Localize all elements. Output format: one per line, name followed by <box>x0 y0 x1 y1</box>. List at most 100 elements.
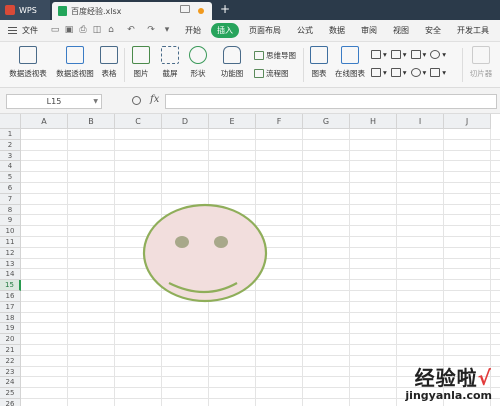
chart-type-group-2[interactable]: ▾ ▾ ▾ ▾ <box>371 68 446 77</box>
column-header-d[interactable]: D <box>162 114 209 129</box>
unsaved-dot-icon <box>198 8 204 14</box>
column-header-a[interactable]: A <box>21 114 68 129</box>
wps-logo-icon <box>5 5 15 15</box>
select-all-corner[interactable] <box>0 114 21 129</box>
online-chart-button[interactable]: 在线图表 <box>333 46 367 79</box>
grid-line <box>21 344 500 345</box>
column-header-g[interactable]: G <box>303 114 350 129</box>
slicer-button[interactable]: 切片器 <box>466 46 496 79</box>
column-header-e[interactable]: E <box>209 114 256 129</box>
dropdown-icon[interactable]: ▾ <box>162 25 172 35</box>
bar-chart-icon <box>310 46 328 64</box>
chevron-down-icon[interactable]: ▼ <box>93 95 98 108</box>
fx-icon[interactable]: fx <box>150 94 159 105</box>
menu-page-layout[interactable]: 页面布局 <box>249 25 281 36</box>
picture-button[interactable]: 图片 <box>129 46 153 79</box>
row-header-26[interactable]: 26 <box>0 399 21 406</box>
chart-button[interactable]: 图表 <box>308 46 330 79</box>
row-header-17[interactable]: 17 <box>0 301 21 313</box>
menu-file[interactable]: 文件 <box>22 25 38 36</box>
wps-tab-label: WPS <box>19 5 37 15</box>
row-header-22[interactable]: 22 <box>0 355 21 367</box>
row-header-21[interactable]: 21 <box>0 345 21 356</box>
column-header-f[interactable]: F <box>256 114 303 129</box>
row-header-13[interactable]: 13 <box>0 258 21 270</box>
smiley-face-circle <box>142 203 268 303</box>
row-header-14[interactable]: 14 <box>0 269 21 281</box>
grid-line <box>21 333 500 335</box>
row-header-10[interactable]: 10 <box>0 226 21 237</box>
menu-review[interactable]: 审阅 <box>361 25 377 36</box>
slicer-icon <box>472 46 490 64</box>
pivot-chart-button[interactable]: 数据透视图 <box>53 46 97 79</box>
row-header-25[interactable]: 25 <box>0 388 21 399</box>
screen-icon[interactable] <box>180 5 190 13</box>
redo-icon[interactable]: ↷ <box>146 25 156 35</box>
menu-data[interactable]: 数据 <box>329 25 345 36</box>
formula-input[interactable] <box>165 94 497 109</box>
menu-view[interactable]: 视图 <box>393 25 409 36</box>
spreadsheet-grid[interactable]: A B C D E F G H I J 1 2 3 4 5 6 7 8 9 10 11 12 13 14 15 16 17 18 19 2… <box>0 114 500 406</box>
menu-formula[interactable]: 公式 <box>297 25 313 36</box>
format-painter-icon[interactable]: ⌂ <box>106 25 116 35</box>
row-header-9[interactable]: 9 <box>0 215 21 227</box>
table-button[interactable]: 表格 <box>98 46 120 79</box>
grid-line <box>21 149 500 151</box>
column-header-i[interactable]: I <box>397 114 444 129</box>
shapes-button[interactable]: 形状 <box>186 46 210 79</box>
spreadsheet-file-icon <box>58 6 67 16</box>
name-box[interactable]: L15 ▼ <box>6 94 102 109</box>
smiley-face-shape[interactable] <box>141 203 269 303</box>
pivot-chart-icon <box>66 46 84 64</box>
hamburger-icon[interactable] <box>8 27 17 34</box>
menu-developer[interactable]: 开发工具 <box>457 25 489 36</box>
row-header-23[interactable]: 23 <box>0 366 21 378</box>
zoom-icon[interactable] <box>132 96 141 105</box>
picture-label: 图片 <box>133 69 149 78</box>
preview-icon[interactable]: ◫ <box>92 25 102 35</box>
row-header-3[interactable]: 3 <box>0 150 21 162</box>
row-header-18[interactable]: 18 <box>0 312 21 324</box>
chart-type-group-1[interactable]: ▾ ▾ ▾ ▾ <box>371 50 446 59</box>
document-tab[interactable]: 百度经验.xlsx <box>52 2 212 20</box>
title-bar: WPS 百度经验.xlsx + <box>0 0 500 20</box>
pivot-chart-label: 数据透视图 <box>56 69 94 78</box>
mindmap-button[interactable]: 思维导图 <box>254 50 296 61</box>
row-header-20[interactable]: 20 <box>0 334 21 345</box>
column-header-j[interactable]: J <box>444 114 491 129</box>
function-chart-button[interactable]: 功能图 <box>216 46 248 79</box>
row-header-6[interactable]: 6 <box>0 183 21 194</box>
row-header-16[interactable]: 16 <box>0 291 21 302</box>
flowchart-label: 流程图 <box>266 69 289 78</box>
row-header-4[interactable]: 4 <box>0 161 21 173</box>
picture-icon <box>132 46 150 64</box>
row-header-8[interactable]: 8 <box>0 204 21 216</box>
undo-icon[interactable]: ↶ <box>126 25 136 35</box>
flowchart-button[interactable]: 流程图 <box>254 68 289 79</box>
document-tab-label: 百度经验.xlsx <box>71 6 122 16</box>
row-header-5[interactable]: 5 <box>0 172 21 183</box>
column-header-h[interactable]: H <box>350 114 397 129</box>
row-header-7[interactable]: 7 <box>0 193 21 205</box>
table-label: 表格 <box>101 69 117 78</box>
menu-insert[interactable]: 插入 <box>211 23 239 38</box>
wps-home-tab[interactable]: WPS <box>0 0 50 20</box>
new-tab-button[interactable]: + <box>220 2 230 16</box>
menu-home[interactable]: 开始 <box>185 25 201 36</box>
row-header-12[interactable]: 12 <box>0 247 21 259</box>
row-header-2[interactable]: 2 <box>0 139 21 151</box>
folder-icon[interactable]: ▭ <box>50 25 60 35</box>
menu-security[interactable]: 安全 <box>425 25 441 36</box>
row-header-24[interactable]: 24 <box>0 377 21 389</box>
row-header-1[interactable]: 1 <box>0 129 21 140</box>
watermark-text: 经验啦 <box>414 366 478 390</box>
row-header-15[interactable]: 15 <box>0 280 21 291</box>
row-header-11[interactable]: 11 <box>0 237 21 248</box>
print-icon[interactable]: ⎙ <box>78 25 88 35</box>
pivot-table-button[interactable]: 数据透视表 <box>6 46 50 79</box>
save-icon[interactable]: ▣ <box>64 25 74 35</box>
screenshot-button[interactable]: 截屏 <box>158 46 182 79</box>
column-header-c[interactable]: C <box>115 114 162 129</box>
row-header-19[interactable]: 19 <box>0 323 21 335</box>
column-header-b[interactable]: B <box>68 114 115 129</box>
